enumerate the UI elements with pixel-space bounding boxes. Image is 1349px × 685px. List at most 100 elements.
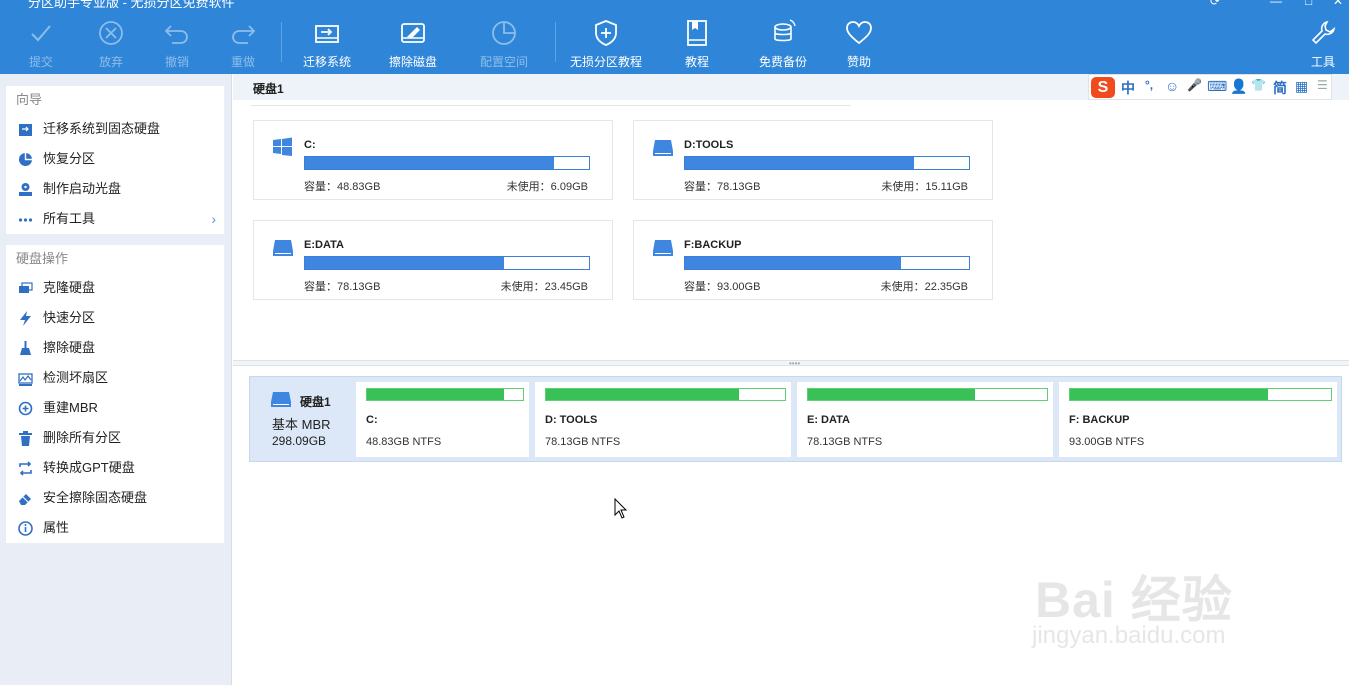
toolbar-separator xyxy=(555,22,556,62)
sidebar-item-all-tools[interactable]: 所有工具 › xyxy=(6,204,224,234)
wipe-disk-button[interactable]: 擦除磁盘 xyxy=(380,8,446,74)
sidebar-item-wipe-disk[interactable]: 擦除硬盘 xyxy=(6,333,224,363)
sidebar-item-recover-partition[interactable]: 恢复分区 xyxy=(6,144,224,174)
disk-info[interactable]: 硬盘1 基本 MBR 298.09GB xyxy=(250,377,360,461)
redo-button[interactable]: 重做 xyxy=(220,8,266,74)
sidebar-item-delete-all-partitions[interactable]: 删除所有分区 xyxy=(6,423,224,453)
sidebar-item-label: 属性 xyxy=(43,520,70,535)
ime-keyboard-icon[interactable]: ⌨ xyxy=(1207,78,1227,95)
window-title: 分区助手专业版 - 无损分区免费软件 xyxy=(28,0,235,8)
ime-chinese-mode[interactable]: 中 xyxy=(1121,78,1135,98)
sidebar-item-secure-erase-ssd[interactable]: 安全擦除固态硬盘 xyxy=(6,483,224,513)
disk-name: 硬盘1 xyxy=(300,395,331,409)
sogou-logo-icon[interactable]: S xyxy=(1091,77,1115,98)
ime-toolbox-icon[interactable]: ▦ xyxy=(1295,78,1308,95)
migrate-os-button[interactable]: 迁移系统 xyxy=(296,8,358,74)
ime-menu-icon[interactable]: ☰ xyxy=(1317,78,1328,92)
ime-punctuation-icon[interactable]: °, xyxy=(1145,78,1153,92)
allocate-space-button[interactable]: 配置空间 xyxy=(472,8,536,74)
baidu-watermark: Bai 经验 jingyan.baidu.com xyxy=(1030,540,1330,660)
drive-icon xyxy=(653,140,673,156)
submit-button[interactable]: 提交 xyxy=(18,8,64,74)
sidebar-item-label: 迁移系统到固态硬盘 xyxy=(43,121,161,136)
heart-icon xyxy=(846,21,872,45)
drive-icon xyxy=(273,240,293,256)
sidebar-item-label: 检测坏扇区 xyxy=(43,370,109,385)
disk-map-partition[interactable]: E: DATA 78.13GB NTFS xyxy=(797,382,1053,457)
partition-usage-bar xyxy=(545,388,786,401)
free-backup-button[interactable]: 免费备份 xyxy=(752,8,814,74)
ime-emoji-icon[interactable]: ☺ xyxy=(1165,78,1179,94)
wipe-disk-icon xyxy=(401,23,425,43)
partition-usage-bar xyxy=(1069,388,1332,401)
tools-button[interactable]: 工具 xyxy=(1302,8,1344,74)
close-icon[interactable]: ✕ xyxy=(1333,0,1343,8)
sidebar: 向导 迁移系统到固态硬盘 恢复分区 制作启动光盘 所有工具 › 硬盘操作 克隆硬… xyxy=(0,74,232,685)
book-icon xyxy=(687,20,707,46)
disk-map-partition[interactable]: F: BACKUP 93.00GB NTFS xyxy=(1059,382,1337,457)
ime-voice-icon[interactable]: 🎤 xyxy=(1187,78,1202,92)
partition-card-f[interactable]: F:BACKUP 容量：93.00GB 未使用：22.35GB xyxy=(633,220,993,300)
undo-button[interactable]: 撤销 xyxy=(154,8,200,74)
partition-usage-fill xyxy=(808,389,976,400)
maximize-icon[interactable]: □ xyxy=(1305,0,1312,8)
sidebar-item-clone-disk[interactable]: 克隆硬盘 xyxy=(6,273,224,303)
free-label: 未使用：15.11GB xyxy=(881,181,968,193)
tutorial-button[interactable]: 教程 xyxy=(676,8,718,74)
partition-usage-fill xyxy=(367,389,504,400)
disk-size: 298.09GB xyxy=(272,434,327,448)
refresh-icon[interactable]: ⟳ xyxy=(1210,0,1220,8)
sidebar-item-label: 恢复分区 xyxy=(43,151,96,166)
broom-icon xyxy=(20,341,31,355)
capacity-label: 容量：78.13GB xyxy=(684,181,761,193)
sponsor-button[interactable]: 赞助 xyxy=(838,8,880,74)
disk-operations-panel: 硬盘操作 克隆硬盘 快速分区 擦除硬盘 检测坏扇区 重建MBR 删除所有分区 转… xyxy=(6,245,224,543)
wrench-icon xyxy=(1311,20,1336,45)
guide-panel: 向导 迁移系统到固态硬盘 恢复分区 制作启动光盘 所有工具 › xyxy=(6,86,224,234)
check-icon xyxy=(31,25,51,42)
partition-card-c[interactable]: C: 容量：48.83GB 未使用：6.09GB xyxy=(253,120,613,200)
usage-bar-fill xyxy=(685,157,915,169)
partition-tutorial-button[interactable]: 无损分区教程 xyxy=(566,8,646,74)
disk-map-partition[interactable]: C: 48.83GB NTFS xyxy=(356,382,529,457)
disk-type: 基本 MBR xyxy=(272,417,331,432)
pie-chart-icon xyxy=(492,21,516,45)
sidebar-item-quick-partition[interactable]: 快速分区 xyxy=(6,303,224,333)
sidebar-item-convert-gpt[interactable]: 转换成GPT硬盘 xyxy=(6,453,224,483)
convert-icon xyxy=(19,461,32,476)
ime-skin-icon[interactable]: 👕 xyxy=(1251,78,1266,92)
divider xyxy=(251,105,851,106)
usage-bar-fill xyxy=(685,257,901,269)
sidebar-item-bootable-media[interactable]: 制作启动光盘 xyxy=(6,174,224,204)
partition-card-e[interactable]: E:DATA 容量：78.13GB 未使用：23.45GB xyxy=(253,220,613,300)
usage-bar xyxy=(304,156,590,170)
pane-splitter[interactable]: •••• xyxy=(233,359,1349,368)
disk-operations-title: 硬盘操作 xyxy=(16,251,69,266)
sidebar-item-label: 安全擦除固态硬盘 xyxy=(43,490,148,505)
partition-label: D: TOOLS xyxy=(545,414,598,426)
trash-icon xyxy=(19,431,32,446)
sidebar-item-check-bad-sector[interactable]: 检测坏扇区 xyxy=(6,363,224,393)
sidebar-item-rebuild-mbr[interactable]: 重建MBR xyxy=(6,393,224,423)
sidebar-item-label: 删除所有分区 xyxy=(43,430,122,445)
partition-name: D:TOOLS xyxy=(684,139,734,151)
redo-icon xyxy=(232,25,256,44)
partition-label: F: BACKUP xyxy=(1069,414,1130,426)
partition-usage-bar xyxy=(807,388,1048,401)
partition-info: 93.00GB NTFS xyxy=(1069,436,1145,448)
partition-card-d[interactable]: D:TOOLS 容量：78.13GB 未使用：15.11GB xyxy=(633,120,993,200)
ime-simplified-toggle[interactable]: 简 xyxy=(1273,78,1287,98)
title-bar: 分区助手专业版 - 无损分区免费软件 ⟳ — □ ✕ xyxy=(0,0,1349,8)
drag-grip-icon: •••• xyxy=(789,359,801,368)
drive-icon xyxy=(653,240,673,256)
sidebar-item-migrate-ssd[interactable]: 迁移系统到固态硬盘 xyxy=(6,114,224,144)
minimize-icon[interactable]: — xyxy=(1270,0,1282,8)
sidebar-item-properties[interactable]: 属性 xyxy=(6,513,224,543)
ime-user-icon[interactable]: 👤 xyxy=(1230,78,1247,95)
sidebar-item-label: 擦除硬盘 xyxy=(43,340,96,355)
discard-button[interactable]: 放弃 xyxy=(88,8,134,74)
partition-usage-bar xyxy=(366,388,524,401)
rebuild-mbr-icon xyxy=(18,401,33,416)
disk-map-partition[interactable]: D: TOOLS 78.13GB NTFS xyxy=(535,382,791,457)
migrate-os-icon xyxy=(315,25,339,43)
